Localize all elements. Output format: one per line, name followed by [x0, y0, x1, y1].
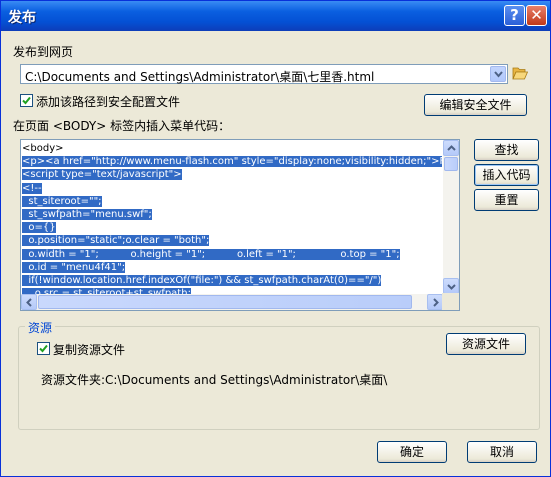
edit-security-file-button[interactable]: 编辑安全文件 [424, 94, 527, 116]
copy-resources-label: 复制资源文件 [53, 343, 126, 357]
window-title: 发布 [8, 10, 36, 26]
ok-button[interactable]: 确定 [377, 441, 447, 463]
code-line-text: <body> [22, 143, 64, 154]
scroll-corner [442, 293, 459, 310]
code-line-text: o.id = "menu4f41"; [22, 261, 126, 273]
code-line[interactable]: st_swfpath="menu.swf"; [22, 208, 442, 221]
code-line[interactable]: o.src = st_siteroot+st_swfpath; [22, 287, 442, 294]
code-line-text: <p><a href="http://www.menu-flash.com" s… [22, 156, 442, 168]
code-line-text: st_siteroot=""; [22, 195, 102, 207]
code-line-text: if(!window.location.href.indexOf("file:"… [22, 274, 382, 286]
add-path-label: 添加该路径到安全配置文件 [36, 95, 181, 109]
code-line-text: <script type="text/javascript"> [22, 169, 182, 181]
scroll-down-button[interactable] [443, 278, 459, 294]
dropdown-button[interactable] [490, 66, 506, 82]
chevron-right-icon [433, 298, 439, 307]
code-line[interactable]: o.width = "1"; o.height = "1"; o.left = … [22, 248, 442, 261]
resource-folder-path: 资源文件夹:C:\Documents and Settings\Administ… [41, 373, 388, 387]
close-icon: ✕ [530, 6, 543, 24]
checkmark-icon [39, 344, 48, 353]
code-editor[interactable]: <body> <p><a href="http://www.menu-flash.… [20, 139, 460, 311]
copy-resources-checkbox[interactable] [37, 342, 50, 355]
insert-code-label: 在页面 <BODY> 标签内插入菜单代码： [13, 119, 231, 133]
code-line[interactable]: st_siteroot=""; [22, 195, 442, 208]
checkmark-icon [22, 96, 31, 105]
code-line[interactable]: <!-- [22, 182, 442, 195]
code-line[interactable]: o.position="static";o.clear = "both"; [22, 234, 442, 247]
resources-group-title: 资源 [25, 319, 56, 336]
horizontal-scrollbar[interactable] [21, 294, 443, 310]
reset-button[interactable]: 重置 [474, 189, 539, 211]
chevron-down-icon [494, 71, 503, 78]
scroll-left-button[interactable] [21, 294, 37, 310]
scroll-right-button[interactable] [427, 294, 443, 310]
horizontal-scroll-thumb[interactable] [38, 295, 412, 309]
folder-open-icon[interactable] [512, 66, 528, 80]
help-button[interactable]: ? [504, 5, 525, 26]
code-line-text: o.width = "1"; o.height = "1"; o.left = … [22, 248, 400, 260]
code-content[interactable]: <body> <p><a href="http://www.menu-flash.… [22, 142, 442, 294]
scroll-up-button[interactable] [443, 140, 459, 156]
code-line-text: st_swfpath="menu.swf"; [22, 208, 152, 220]
resource-files-button[interactable]: 资源文件 [446, 333, 526, 355]
cancel-button[interactable]: 取消 [467, 441, 537, 463]
code-line-text: <!-- [22, 182, 42, 194]
chevron-down-icon [447, 284, 456, 290]
vertical-scrollbar[interactable] [443, 140, 459, 294]
code-line[interactable]: o={} [22, 221, 442, 234]
publish-dialog: 发布 ? ✕ 发布到网页 C:\Documents and Settings\A… [0, 0, 551, 477]
find-button[interactable]: 查找 [474, 139, 539, 161]
publish-path-value: C:\Documents and Settings\Administrator\… [25, 70, 375, 84]
help-icon: ? [510, 6, 519, 24]
title-bar[interactable]: 发布 ? ✕ [1, 1, 550, 31]
code-line-text: o.position="static";o.clear = "both"; [22, 235, 210, 247]
publish-to-webpage-label: 发布到网页 [13, 45, 74, 59]
code-line[interactable]: if(!window.location.href.indexOf("file:"… [22, 274, 442, 287]
code-line-text: o={} [22, 222, 56, 234]
vertical-scroll-thumb[interactable] [444, 157, 458, 171]
code-line[interactable]: <p><a href="http://www.menu-flash.com" s… [22, 155, 442, 168]
chevron-up-icon [447, 145, 456, 151]
publish-path-combobox[interactable]: C:\Documents and Settings\Administrator\… [20, 64, 508, 84]
code-line[interactable]: <script type="text/javascript"> [22, 168, 442, 181]
code-line[interactable]: o.id = "menu4f41"; [22, 261, 442, 274]
chevron-left-icon [26, 298, 32, 307]
add-path-checkbox[interactable] [20, 94, 33, 107]
close-button[interactable]: ✕ [526, 5, 547, 26]
insert-code-button[interactable]: 插入代码 [474, 164, 539, 186]
code-line[interactable]: <body> [22, 142, 442, 155]
